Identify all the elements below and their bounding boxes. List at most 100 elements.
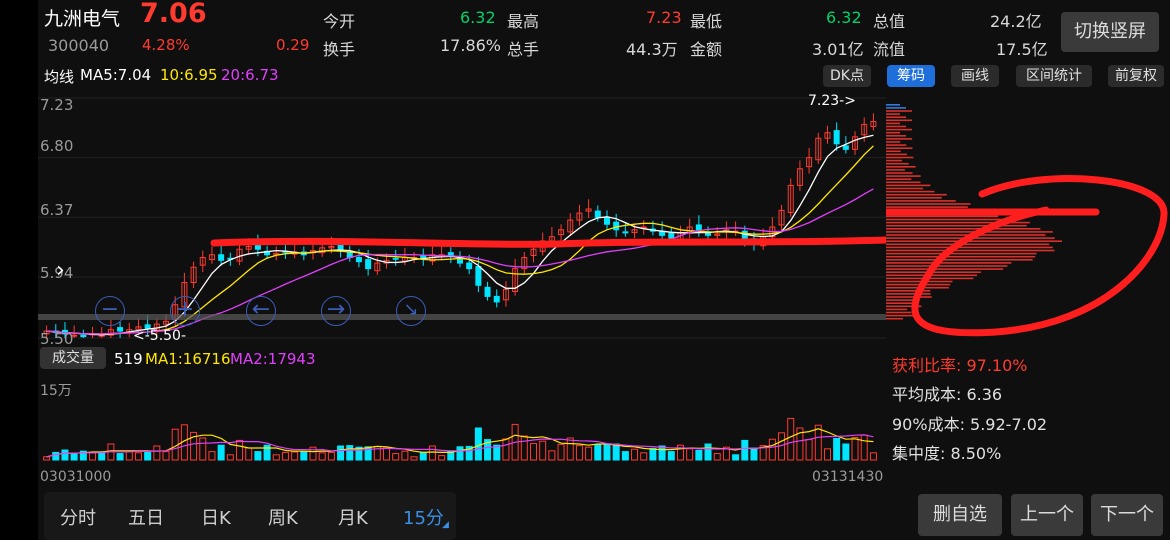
chip-bar xyxy=(886,231,1053,233)
volume-bar xyxy=(337,445,345,461)
period-tab-bar xyxy=(44,492,456,540)
draw-line-button[interactable]: 画线 xyxy=(951,65,999,87)
chip-button[interactable]: 筹码 xyxy=(887,65,935,87)
volume-bar xyxy=(346,445,354,461)
tab-intraday[interactable]: 分时 xyxy=(60,504,96,530)
candle-body xyxy=(833,130,840,145)
chip-bar xyxy=(886,246,1053,249)
chip-bar xyxy=(886,125,907,128)
switch-portrait-button[interactable]: 切换竖屏 xyxy=(1061,12,1159,52)
chip-bar xyxy=(886,200,956,202)
screen-edge xyxy=(0,0,38,540)
volume-bar xyxy=(162,451,170,461)
candle-body xyxy=(695,224,702,231)
volume-indicator-button[interactable]: 成交量 xyxy=(40,347,106,369)
low-marker: <-5.50- xyxy=(133,328,187,344)
volume-bar xyxy=(291,451,299,461)
zoom-in-icon[interactable]: + xyxy=(170,296,200,326)
interval-stats-button[interactable]: 区间统计 xyxy=(1016,65,1092,87)
chip-bar xyxy=(886,131,901,134)
volume-bar xyxy=(750,447,758,461)
chip-bar xyxy=(886,255,1036,258)
volume-bar xyxy=(474,427,482,461)
volume-bar xyxy=(787,417,795,461)
volume-bar xyxy=(575,445,583,461)
volume-bar xyxy=(713,453,721,461)
volume-bar xyxy=(208,451,216,461)
chip-bar xyxy=(886,169,905,171)
dk-point-button[interactable]: DK点 xyxy=(823,65,871,87)
candle-body xyxy=(218,254,225,261)
volume-bar xyxy=(741,439,749,461)
chip-bar xyxy=(886,113,901,115)
candle-body xyxy=(493,295,500,303)
zoom-out-icon[interactable]: − xyxy=(95,296,125,326)
chip-bar xyxy=(886,262,1012,264)
next-stock-button[interactable]: 下一个 xyxy=(1091,494,1163,536)
candle-body xyxy=(622,231,629,234)
previous-stock-button[interactable]: 上一个 xyxy=(1011,494,1083,536)
candlestick-chart[interactable] xyxy=(38,88,886,348)
forward-adjust-button[interactable]: 前复权 xyxy=(1108,65,1164,87)
volume-bar xyxy=(383,447,391,461)
arrow-left-icon[interactable]: ← xyxy=(246,296,276,326)
time-start: 03031000 xyxy=(40,469,112,485)
volume-bar xyxy=(236,439,244,461)
ma10-value: 10:6.95 xyxy=(160,66,218,84)
volume-bar xyxy=(43,456,51,461)
arrow-right-icon[interactable]: → xyxy=(321,296,351,326)
tab-monthly[interactable]: 月K xyxy=(338,504,368,530)
volume-bar xyxy=(594,444,602,461)
candle-body xyxy=(80,334,87,338)
chip-bar xyxy=(886,107,907,109)
volume-ma1: MA1:16716 xyxy=(145,350,231,368)
candle-body xyxy=(842,145,849,150)
volume-ma2: MA2:17943 xyxy=(230,350,316,368)
chip-bar xyxy=(886,224,1027,227)
chip-bar xyxy=(886,243,1050,246)
volume-value: 44.3万 xyxy=(626,40,678,59)
open-value: 6.32 xyxy=(460,8,496,27)
chip-bar xyxy=(886,119,913,122)
candle-body xyxy=(613,221,620,231)
cost-90: 90%成本: 5.92-7.02 xyxy=(892,415,1048,434)
volume-bar xyxy=(823,448,831,461)
stock-name: 九洲电气 xyxy=(44,8,121,30)
chevron-right-icon[interactable]: › xyxy=(56,258,65,283)
chip-bar xyxy=(886,110,913,112)
chip-bar xyxy=(886,197,942,199)
change-amount: 0.29 xyxy=(276,36,310,54)
candle-body xyxy=(355,257,362,263)
reset-arrow-icon[interactable]: ↘ xyxy=(396,296,426,326)
volume-bar xyxy=(851,437,859,461)
volume-bar xyxy=(548,450,556,461)
chip-bar xyxy=(886,156,914,159)
concentration: 集中度: 8.50% xyxy=(892,444,1002,463)
volume-bar xyxy=(327,451,335,461)
chip-bar xyxy=(886,144,907,146)
volume-bar xyxy=(125,450,133,461)
remove-watchlist-button[interactable]: 删自选 xyxy=(918,494,1002,536)
high-marker: 7.23-> xyxy=(808,93,856,109)
chip-bar xyxy=(886,215,999,218)
chip-bar xyxy=(886,150,901,153)
tab-five-day[interactable]: 五日 xyxy=(128,504,164,530)
volume-bar xyxy=(649,447,657,461)
ma20-value: 20:6.73 xyxy=(221,66,279,84)
volume-bar xyxy=(272,454,280,461)
chip-bar xyxy=(886,299,916,301)
chip-bar xyxy=(886,218,1015,221)
volume-bar xyxy=(566,437,574,461)
volume-bar xyxy=(318,452,326,461)
price-tick: 7.23 xyxy=(40,96,74,114)
tab-weekly[interactable]: 周K xyxy=(268,504,298,530)
volume-bar xyxy=(309,446,317,461)
volume-bar xyxy=(842,443,850,461)
mktcap-value: 24.2亿 xyxy=(990,12,1042,31)
dropdown-corner-icon[interactable]: ◢ xyxy=(442,520,449,530)
tab-15min[interactable]: 15分 xyxy=(403,504,444,530)
chip-bar xyxy=(886,162,909,165)
tab-daily[interactable]: 日K xyxy=(201,504,231,530)
volume-chart xyxy=(43,417,877,461)
chip-bar xyxy=(886,268,1004,270)
